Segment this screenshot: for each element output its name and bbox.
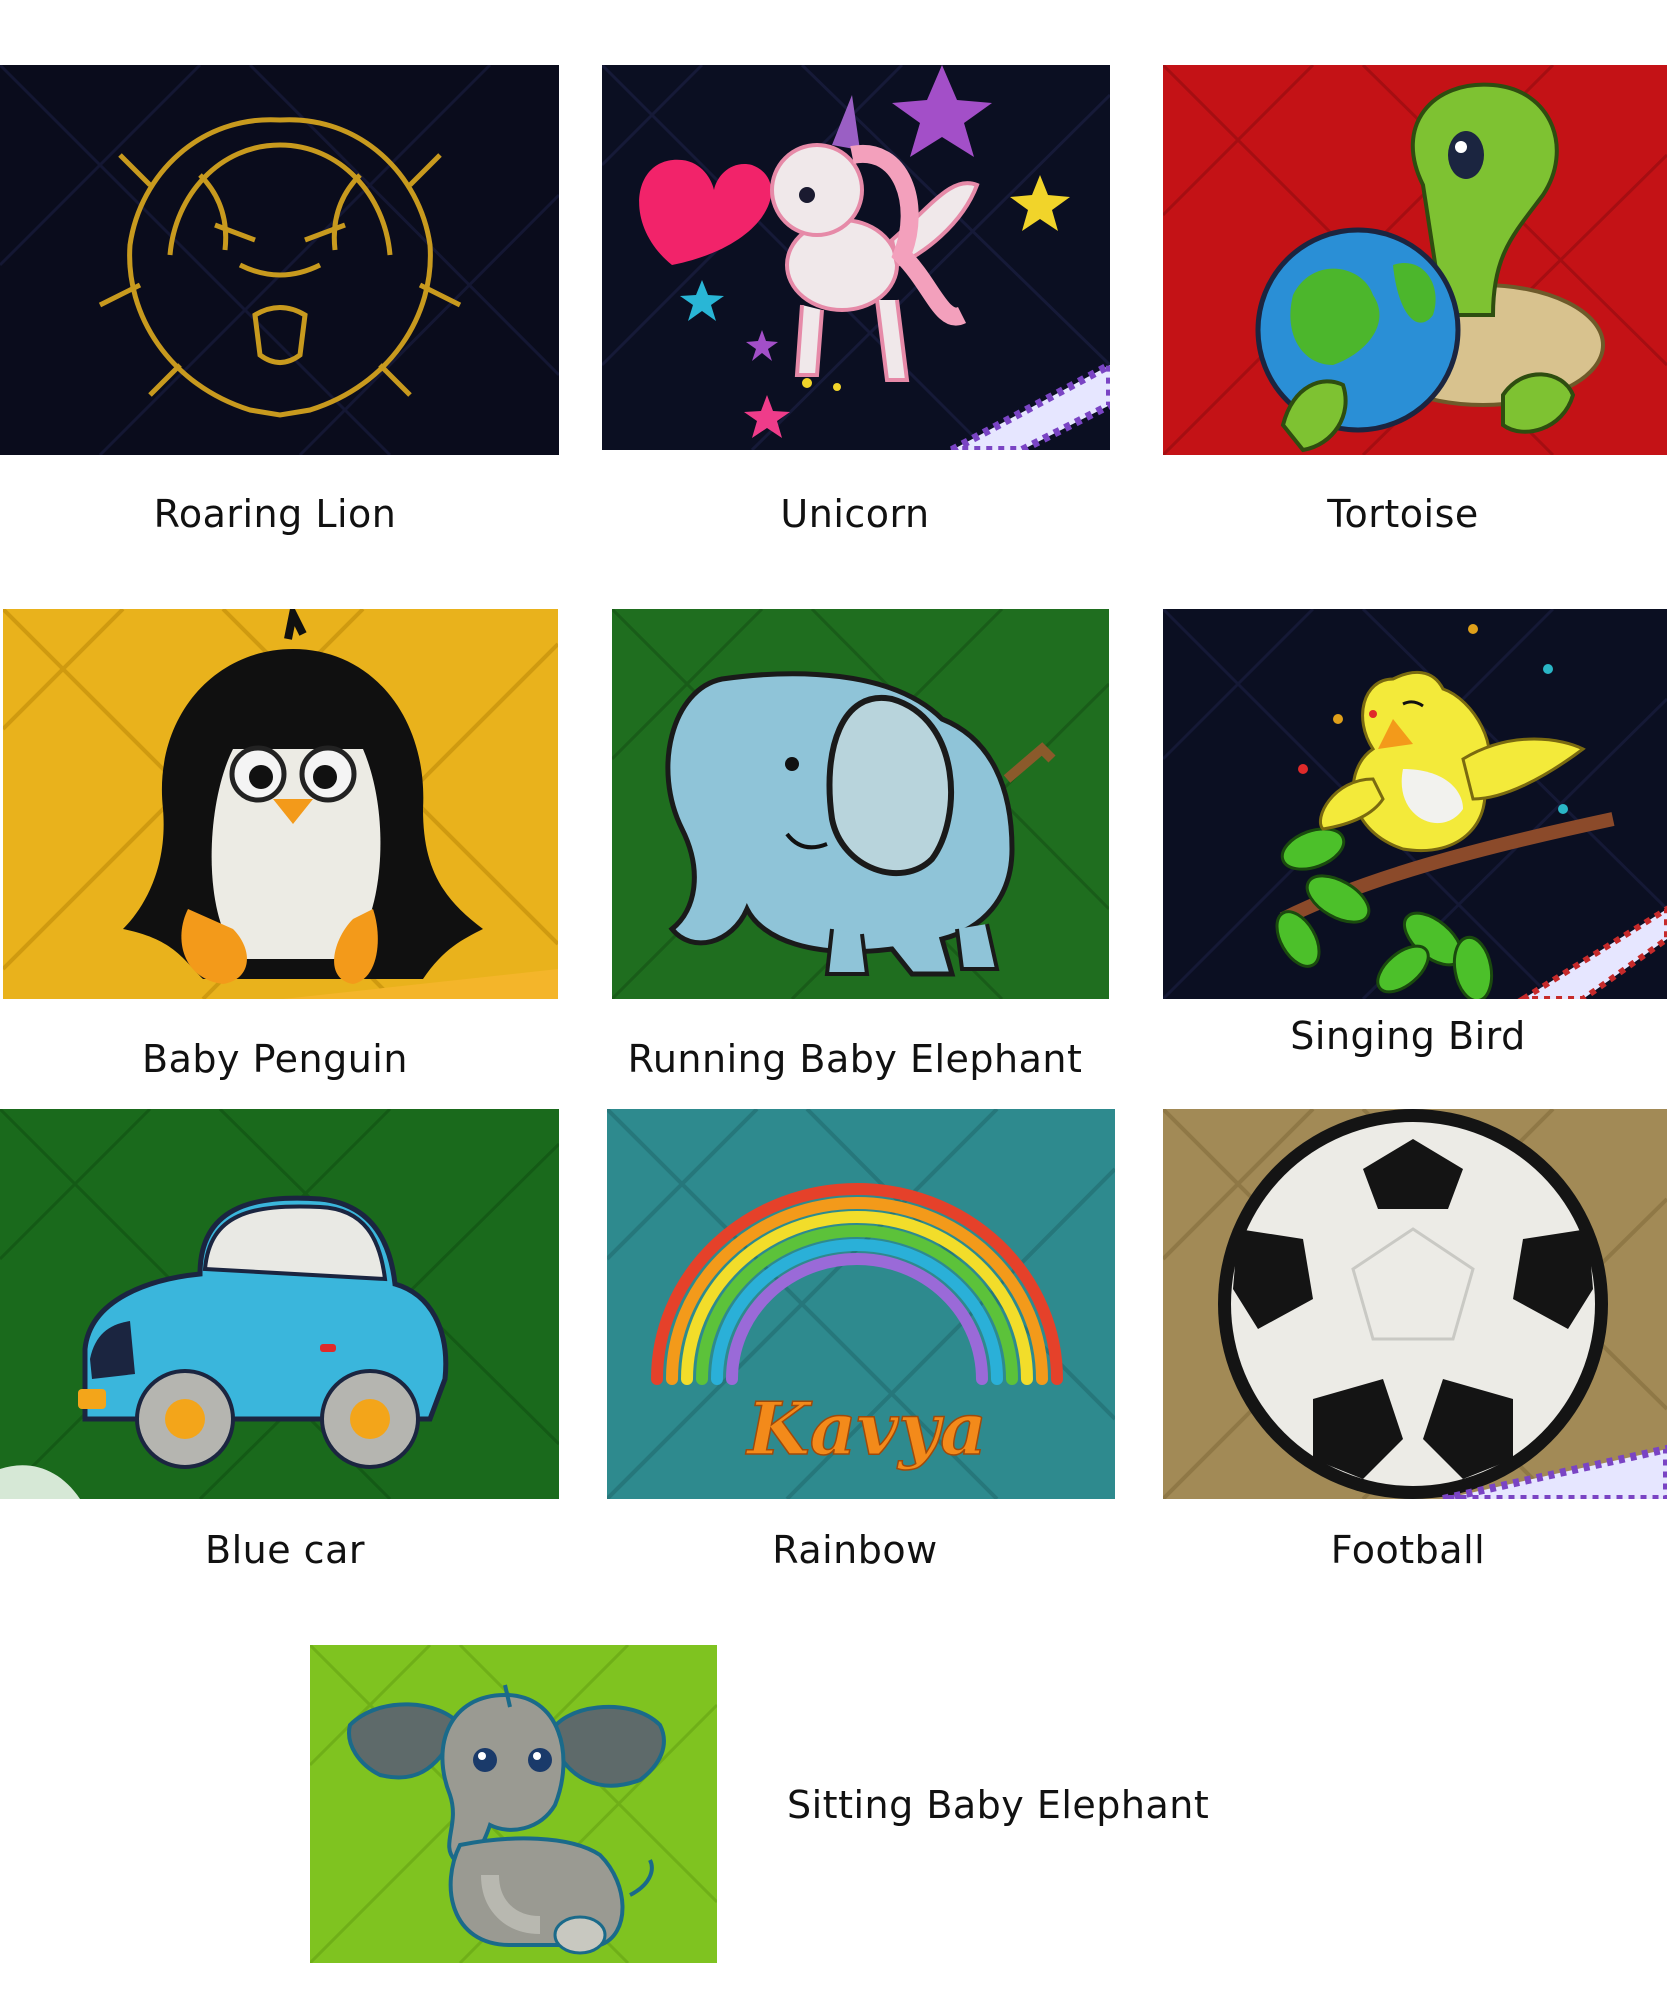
rainbow-icon: Kavya [607,1109,1115,1499]
design-tile-rainbow: Kavya [607,1109,1115,1499]
penguin-icon [3,609,558,999]
elephant-icon [612,609,1109,999]
tortoise-icon [1163,65,1667,455]
caption-running-elephant: Running Baby Elephant [627,1037,1083,1081]
unicorn-icon [602,65,1110,450]
design-tile-lion [0,65,559,455]
embroidered-name: Kavya [745,1386,987,1471]
design-tile-sitting-elephant [310,1645,717,1963]
caption-tortoise: Tortoise [1327,492,1479,536]
caption-penguin: Baby Penguin [142,1037,408,1081]
football-icon [1163,1109,1667,1499]
car-icon [0,1109,559,1499]
caption-lion: Roaring Lion [153,492,397,536]
design-tile-penguin [3,609,558,999]
design-tile-unicorn [602,65,1110,450]
caption-unicorn: Unicorn [780,492,930,536]
design-tile-tortoise [1163,65,1667,455]
lion-icon [0,65,559,455]
design-tile-football [1163,1109,1667,1499]
design-tile-blue-car [0,1109,559,1499]
caption-blue-car: Blue car [205,1528,365,1572]
caption-rainbow: Rainbow [772,1528,938,1572]
design-tile-running-elephant [612,609,1109,999]
bird-icon [1163,609,1667,999]
caption-football: Football [1330,1528,1486,1572]
caption-singing-bird: Singing Bird [1290,1014,1526,1058]
sitting-elephant-icon [310,1645,717,1963]
design-tile-singing-bird [1163,609,1667,999]
caption-sitting-elephant: Sitting Baby Elephant [787,1783,1210,1827]
